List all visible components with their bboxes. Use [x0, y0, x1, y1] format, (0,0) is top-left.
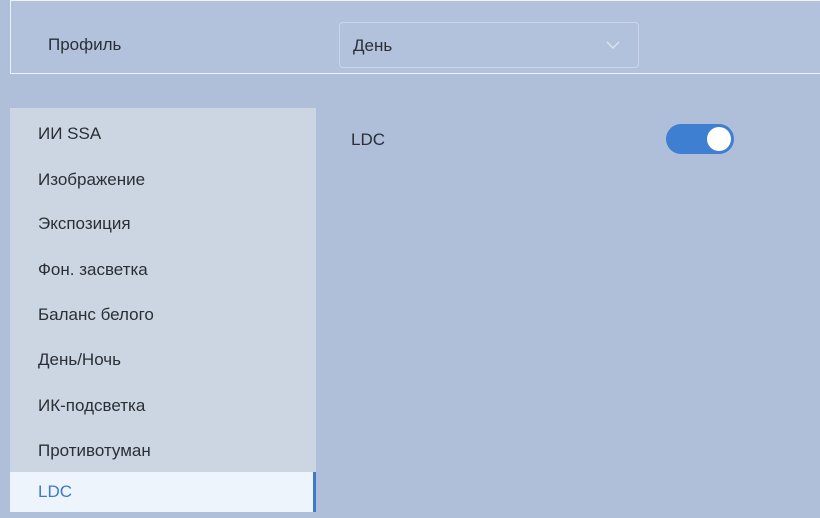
sidebar-item-ldc[interactable]: LDC — [10, 472, 316, 512]
sidebar-item-exposure[interactable]: Экспозиция — [10, 204, 316, 244]
sidebar-item-white-balance[interactable]: Баланс белого — [10, 295, 316, 335]
profile-bar: Профиль День — [10, 0, 820, 74]
settings-sidebar: ИИ SSA Изображение Экспозиция Фон. засве… — [10, 108, 316, 512]
sidebar-item-day-night[interactable]: День/Ночь — [10, 340, 316, 380]
sidebar-item-ir-illumination[interactable]: ИК-подсветка — [10, 386, 316, 426]
profile-select-value: День — [353, 36, 393, 55]
sidebar-item-backlight[interactable]: Фон. засветка — [10, 250, 316, 290]
chevron-down-icon — [602, 34, 624, 56]
ldc-toggle[interactable] — [666, 124, 734, 154]
sidebar-item-ai-ssa[interactable]: ИИ SSA — [10, 114, 316, 154]
sidebar-item-defog[interactable]: Противотуман — [10, 431, 316, 471]
profile-label: Профиль — [48, 35, 122, 54]
toggle-knob — [707, 127, 731, 151]
ldc-setting-label: LDC — [351, 130, 386, 149]
profile-select[interactable]: День — [339, 22, 639, 68]
sidebar-item-image[interactable]: Изображение — [10, 160, 316, 200]
